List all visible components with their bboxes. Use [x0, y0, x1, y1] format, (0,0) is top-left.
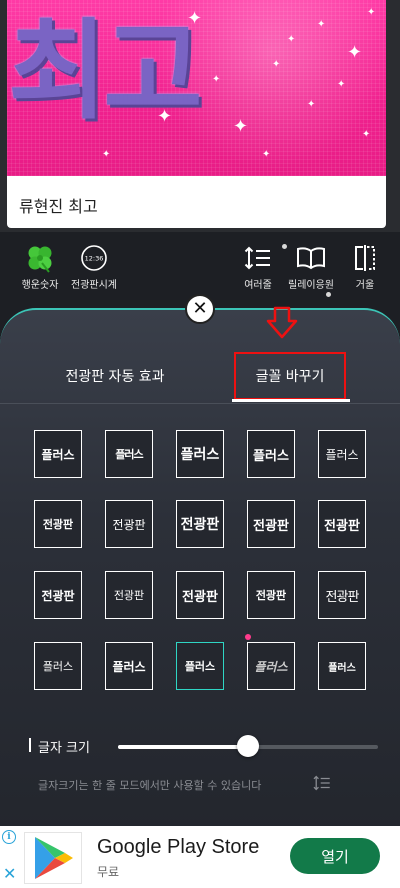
font-option-selected[interactable]: 플러스 — [176, 642, 224, 690]
section-marker — [29, 738, 31, 752]
font-option[interactable]: 플러스 — [34, 642, 82, 690]
close-icon: ✕ — [192, 298, 208, 319]
font-option[interactable]: 전광판 — [34, 500, 82, 548]
sparkle-icon: ✦ — [287, 34, 296, 45]
play-store-logo — [24, 832, 82, 884]
tab-change-font[interactable]: 글꼴 바꾸기 — [234, 352, 346, 400]
tool-label: 릴레이응원 — [288, 280, 334, 291]
font-option[interactable]: 전광판 — [105, 500, 153, 548]
sparkle-icon: ✦ — [347, 42, 363, 63]
tool-label: 거울 — [355, 280, 375, 291]
font-size-slider-thumb[interactable] — [237, 735, 259, 757]
decorative-dot — [282, 244, 287, 249]
ad-close-icon[interactable]: ✕ — [3, 866, 16, 882]
arrow-down-icon — [266, 306, 298, 339]
close-panel-button[interactable]: ✕ — [185, 294, 215, 324]
preview-caption: 류현진 최고 — [19, 197, 98, 216]
multiline-icon — [313, 775, 330, 791]
font-option[interactable]: 전광판 — [318, 571, 366, 619]
led-board-preview: l최고 ✦ ✦ ✦ ✦ ✦ ✦ ✦ ✦ ✦ ✦ ✦ ✦ ✦ ✦ — [7, 0, 386, 176]
sparkle-icon: ✦ — [157, 106, 173, 127]
new-badge-dot — [245, 634, 251, 640]
clover-icon — [18, 240, 62, 276]
lucky-number-button[interactable]: 행운숫자 — [18, 240, 62, 291]
sparkle-icon: ✦ — [272, 59, 281, 70]
multiline-icon — [240, 240, 276, 276]
tool-label: 행운숫자 — [21, 280, 59, 291]
font-size-slider-fill — [118, 745, 248, 749]
font-option[interactable]: 플러스 — [105, 430, 153, 478]
tool-label: 전광판시계 — [71, 280, 117, 291]
sparkle-icon: ✦ — [212, 74, 221, 85]
sparkle-icon: ✦ — [337, 79, 346, 90]
tab-auto-effect[interactable]: 전광판 자동 효과 — [30, 352, 200, 400]
font-option[interactable]: 전광판 — [176, 571, 224, 619]
sparkle-icon: ✦ — [367, 7, 376, 18]
font-option[interactable]: 플러스 — [318, 430, 366, 478]
sparkle-icon: ✦ — [187, 8, 203, 29]
clock-icon: 12:36 — [68, 240, 120, 276]
multiline-button[interactable]: 여러줄 — [240, 240, 276, 291]
tab-divider — [0, 403, 400, 404]
font-option[interactable]: 전광판 — [105, 571, 153, 619]
decorative-dot — [326, 292, 331, 297]
book-icon — [286, 240, 336, 276]
tool-label: 여러줄 — [244, 280, 272, 291]
preview-card[interactable]: l최고 ✦ ✦ ✦ ✦ ✦ ✦ ✦ ✦ ✦ ✦ ✦ ✦ ✦ ✦ 류현진 최고 — [7, 0, 386, 228]
mirror-icon — [348, 240, 382, 276]
ad-open-button[interactable]: 열기 — [290, 838, 380, 874]
font-option[interactable]: 플러스 — [247, 430, 295, 478]
sparkle-icon: ✦ — [317, 19, 326, 30]
font-size-hint: 글자크기는 한 줄 모드에서만 사용할 수 있습니다 — [38, 779, 262, 792]
sparkle-icon: ✦ — [307, 99, 316, 110]
font-option[interactable]: 전광판 — [247, 500, 295, 548]
tab-selected-indicator — [232, 399, 350, 402]
font-size-label: 글자 크기 — [38, 741, 90, 756]
clock-time: 12:36 — [85, 255, 104, 263]
font-option[interactable]: 플러스 — [176, 430, 224, 478]
ad-info-icon[interactable]: i — [2, 830, 16, 844]
font-option[interactable]: 전광판 — [247, 571, 295, 619]
font-option[interactable]: 플러스 — [318, 642, 366, 690]
font-option[interactable]: 전광판 — [34, 571, 82, 619]
font-option[interactable]: 전광판 — [318, 500, 366, 548]
sparkle-icon: ✦ — [233, 116, 249, 137]
font-option[interactable]: 플러스 — [105, 642, 153, 690]
sparkle-icon: ✦ — [362, 129, 371, 140]
font-option[interactable]: 플러스 — [247, 642, 295, 690]
mirror-button[interactable]: 거울 — [348, 240, 382, 291]
sparkle-icon: ✦ — [102, 149, 111, 160]
font-option[interactable]: 전광판 — [176, 500, 224, 548]
font-option[interactable]: 플러스 — [34, 430, 82, 478]
ad-title: Google Play Store — [97, 836, 260, 858]
ad-subtitle: 무료 — [97, 865, 120, 879]
board-clock-button[interactable]: 12:36 전광판시계 — [68, 240, 120, 291]
preview-area: l최고 ✦ ✦ ✦ ✦ ✦ ✦ ✦ ✦ ✦ ✦ ✦ ✦ ✦ ✦ 류현진 최고 — [0, 0, 400, 232]
sparkle-icon: ✦ — [262, 149, 271, 160]
play-store-icon — [35, 837, 73, 879]
relay-cheer-button[interactable]: 릴레이응원 — [286, 240, 336, 291]
